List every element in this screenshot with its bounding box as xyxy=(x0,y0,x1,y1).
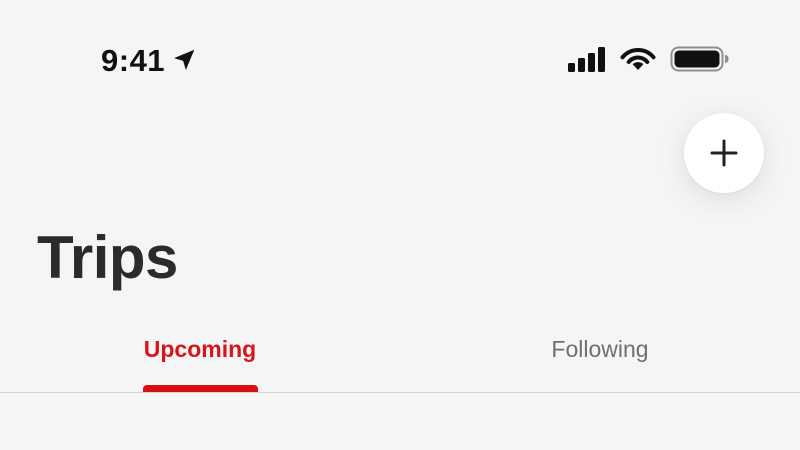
tab-following[interactable]: Following xyxy=(400,325,800,393)
status-icons xyxy=(566,42,730,76)
status-bar: 9:41 xyxy=(0,0,800,110)
tab-upcoming[interactable]: Upcoming xyxy=(0,325,400,393)
tabs-divider xyxy=(0,392,800,393)
add-trip-button[interactable] xyxy=(684,113,764,193)
status-time-group: 9:41 xyxy=(101,40,197,80)
trip-tabs: Upcoming Following xyxy=(0,325,800,393)
cellular-signal-icon xyxy=(566,45,608,73)
page-title: Trips xyxy=(37,224,178,291)
plus-icon xyxy=(710,139,738,167)
battery-icon xyxy=(670,44,730,74)
tab-following-label: Following xyxy=(551,336,649,362)
status-time: 9:41 xyxy=(101,42,166,78)
wifi-icon xyxy=(620,45,656,73)
location-arrow-icon xyxy=(171,47,197,73)
